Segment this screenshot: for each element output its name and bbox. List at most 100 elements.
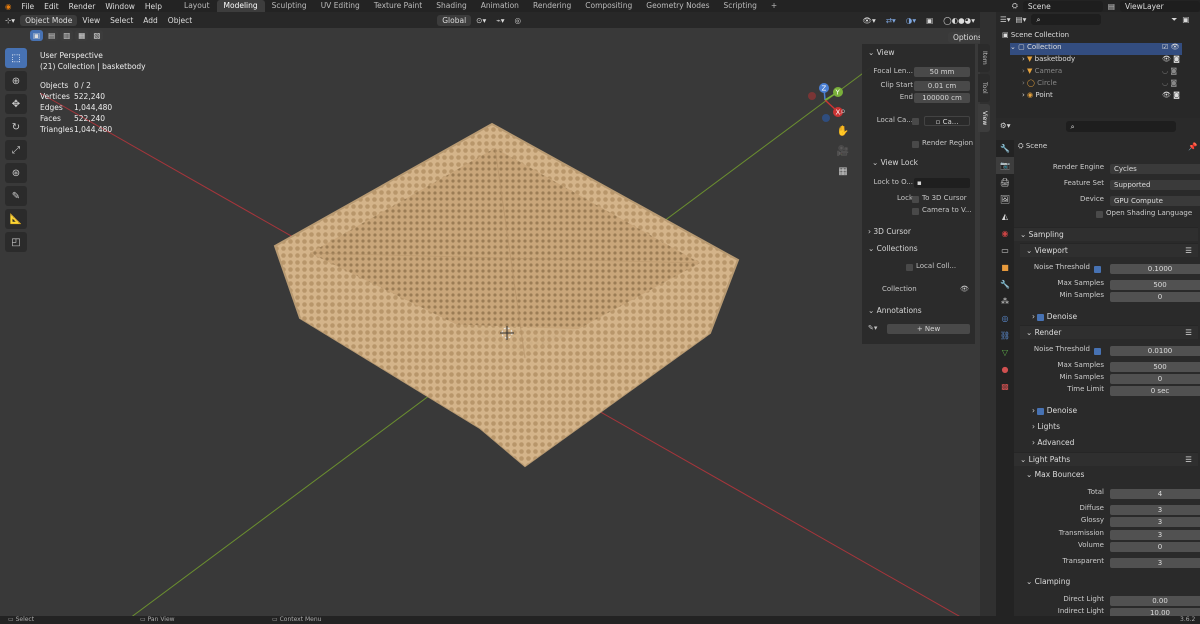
measure-tool-icon[interactable]: 📐 (5, 209, 27, 229)
vp-max-samples-field[interactable]: 500 (1110, 280, 1200, 290)
visibility-icon[interactable]: 👁▾ (857, 16, 880, 25)
feature-set-dropdown[interactable]: Supported (1110, 180, 1200, 190)
workspace-tab-layout[interactable]: Layout (177, 0, 217, 12)
annotations-header[interactable]: ⌄ Annotations (868, 306, 922, 315)
select-subtract-icon[interactable]: ▥ (60, 30, 74, 41)
overlay-toggle-icon[interactable]: ◑▾ (901, 16, 921, 25)
r-noise-field[interactable]: 0.0100 (1110, 346, 1200, 356)
editor-type-icon[interactable]: ⊹▾ (0, 16, 20, 25)
scene-icon[interactable]: ⛭ (1007, 1, 1023, 11)
physics-tab-icon[interactable]: ◎ (996, 310, 1014, 327)
tab-item[interactable]: Item (978, 44, 990, 72)
visibility-icon[interactable]: 👁 ◙ (1162, 91, 1180, 99)
outliner-search-input[interactable]: ⌕ (1031, 14, 1102, 25)
vp-noise-checkbox[interactable] (1094, 266, 1101, 273)
cursor-tool-icon[interactable]: ⊕ (5, 71, 27, 91)
material-tab-icon[interactable]: ● (996, 361, 1014, 378)
tool-tab-icon[interactable]: 🔧 (996, 140, 1014, 157)
scene-field[interactable]: Scene (1022, 0, 1103, 12)
visibility-icon[interactable]: 👁 ◙ (1162, 55, 1180, 63)
zoom-icon[interactable]: ⌕ (836, 104, 850, 118)
light-paths-panel-header[interactable]: ⌄ Light Paths ☰ (1014, 452, 1198, 466)
menu-render[interactable]: Render (64, 2, 101, 11)
workspace-tab-sculpting[interactable]: Sculpting (265, 0, 314, 12)
new-collection-icon[interactable]: ▣ (1182, 15, 1189, 24)
outliner-item-camera[interactable]: › ▼ Camera ◡ ◙ (1022, 67, 1200, 79)
advanced-subpanel[interactable]: › Advanced (1026, 436, 1198, 450)
select-extend-icon[interactable]: ▤ (45, 30, 59, 41)
xray-icon[interactable]: ▣ (921, 16, 938, 25)
hidden-icon[interactable]: ◡ ◙ (1162, 79, 1177, 87)
local-camera-checkbox[interactable] (912, 118, 919, 125)
vp-min-samples-field[interactable]: 0 (1110, 292, 1200, 302)
glossy-field[interactable]: 3 (1110, 517, 1200, 527)
osl-checkbox[interactable] (1096, 211, 1103, 218)
collection-row[interactable]: ⌄ ▢ Collection ☑ 👁 (1010, 43, 1182, 55)
header-menu-view[interactable]: View (77, 16, 105, 25)
outliner-filter-mode-icon[interactable]: ▤▾ (1016, 15, 1027, 24)
workspace-tab-geometry-nodes[interactable]: Geometry Nodes (639, 0, 716, 12)
proportional-icon[interactable]: ◎ (510, 16, 527, 25)
add-cube-tool-icon[interactable]: ◰ (5, 232, 27, 252)
blender-logo-icon[interactable]: ◉ (0, 2, 17, 11)
local-collections-checkbox[interactable] (906, 264, 913, 271)
output-tab-icon[interactable]: 🖨 (996, 174, 1014, 191)
sampling-panel-header[interactable]: ⌄ Sampling (1014, 227, 1198, 241)
object-tab-icon[interactable]: ■ (996, 259, 1014, 276)
workspace-tab-compositing[interactable]: Compositing (578, 0, 639, 12)
max-bounces-subpanel[interactable]: ⌄ Max Bounces (1020, 468, 1198, 482)
tab-tool[interactable]: Tool (978, 74, 990, 102)
snap-icon[interactable]: ⌁▾ (491, 16, 509, 25)
collections-header[interactable]: ⌄ Collections (868, 244, 918, 253)
move-tool-icon[interactable]: ✥ (5, 94, 27, 114)
render-engine-dropdown[interactable]: Cycles (1110, 164, 1200, 174)
collection-tab-icon[interactable]: ▭ (996, 242, 1014, 259)
particles-tab-icon[interactable]: ⁂ (996, 293, 1014, 310)
to-3d-cursor-checkbox[interactable] (912, 196, 919, 203)
data-tab-icon[interactable]: ▽ (996, 344, 1014, 361)
outliner-editor-icon[interactable]: ☰▾ (1000, 15, 1011, 24)
outliner-item-basketbody[interactable]: › ▼ basketbody 👁 ◙ (1022, 55, 1200, 67)
view-section-header[interactable]: ⌄ View (868, 48, 894, 57)
menu-edit[interactable]: Edit (39, 2, 64, 11)
r-min-samples-field[interactable]: 0 (1110, 374, 1200, 384)
clip-start-field[interactable]: 0.01 cm (914, 81, 970, 91)
r-denoise-subpanel[interactable]: › Denoise (1026, 404, 1198, 418)
grid-perspective-icon[interactable]: ▦ (836, 164, 850, 178)
workspace-tab-rendering[interactable]: Rendering (526, 0, 578, 12)
lock-to-object-field[interactable]: ▪ (914, 178, 970, 188)
pivot-icon[interactable]: ⊙▾ (471, 16, 491, 25)
add-workspace-icon[interactable]: + (764, 0, 784, 12)
transform-tool-icon[interactable]: ⊛ (5, 163, 27, 183)
mode-dropdown[interactable]: Object Mode (20, 14, 78, 26)
viewport-subpanel-header[interactable]: ⌄ Viewport ☰ (1020, 243, 1198, 257)
camera-to-view-checkbox[interactable] (912, 208, 919, 215)
time-limit-field[interactable]: 0 sec (1110, 386, 1200, 396)
render-subpanel-header[interactable]: ⌄ Render ☰ (1020, 325, 1198, 339)
vp-denoise-subpanel[interactable]: › Denoise (1026, 310, 1198, 324)
r-noise-checkbox[interactable] (1094, 348, 1101, 355)
view-lock-header[interactable]: ⌄ View Lock (872, 158, 918, 167)
shading-modes-icon[interactable]: ◯◐●◕▾ (938, 16, 980, 25)
view-layer-tab-icon[interactable]: 🖼 (996, 191, 1014, 208)
outliner-item-circle[interactable]: › ◯ Circle ◡ ◙ (1022, 79, 1200, 91)
camera-view-icon[interactable]: 🎥 (836, 144, 850, 158)
select-intersect-icon[interactable]: ▧ (90, 30, 104, 41)
focal-length-field[interactable]: 50 mm (914, 67, 970, 77)
hidden-icon[interactable]: ◡ ◙ (1162, 67, 1177, 75)
header-menu-object[interactable]: Object (163, 16, 197, 25)
orientation-dropdown[interactable]: Global (437, 14, 472, 26)
clamping-subpanel[interactable]: ⌄ Clamping (1020, 575, 1198, 589)
scene-collection-row[interactable]: ▣ Scene Collection (1002, 31, 1200, 43)
local-camera-field[interactable]: ▫ Ca... (924, 116, 970, 126)
pan-hand-icon[interactable]: ✋ (836, 124, 850, 138)
modifier-tab-icon[interactable]: 🔧 (996, 276, 1014, 293)
tab-view[interactable]: View (978, 104, 990, 132)
select-invert-icon[interactable]: ▦ (75, 30, 89, 41)
menu-help[interactable]: Help (140, 2, 167, 11)
render-region-checkbox[interactable] (912, 141, 919, 148)
pin-icon[interactable]: 📌 (1188, 142, 1197, 151)
workspace-tab-animation[interactable]: Animation (474, 0, 526, 12)
properties-search-input[interactable]: ⌕ (1065, 121, 1176, 132)
vp-noise-field[interactable]: 0.1000 (1110, 264, 1200, 274)
